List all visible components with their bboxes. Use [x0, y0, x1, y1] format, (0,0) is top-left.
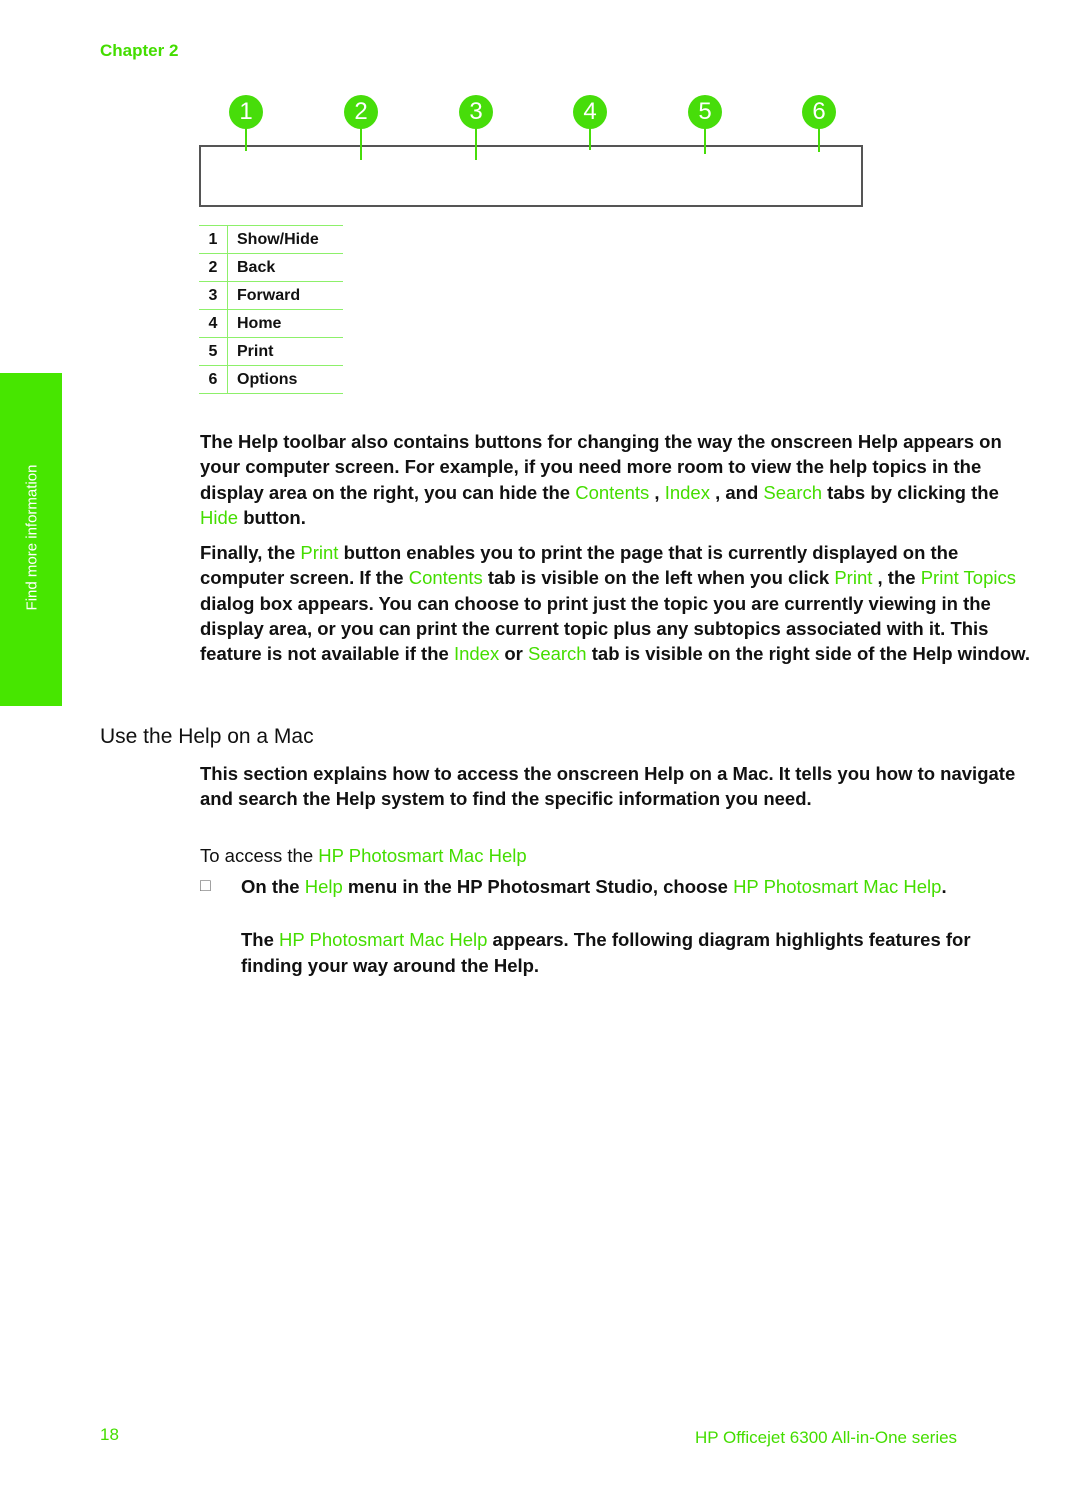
link-hp-photosmart-mac-help[interactable]: HP Photosmart Mac Help — [733, 876, 941, 897]
leader-line-2 — [360, 128, 362, 160]
leader-line-1 — [245, 128, 247, 151]
row-number: 6 — [199, 365, 228, 394]
row-label: Forward — [227, 281, 343, 310]
table-row: 4 Home — [199, 309, 343, 338]
callout-3: 3 — [459, 95, 493, 129]
section-heading: Use the Help on a Mac — [100, 725, 314, 748]
table-row: 6 Options — [199, 365, 343, 394]
leader-line-3 — [475, 128, 477, 160]
link-index[interactable]: Index — [454, 643, 499, 664]
row-label: Home — [227, 309, 343, 338]
row-number: 1 — [199, 225, 228, 254]
side-tab-label: Find more information — [23, 464, 41, 611]
link-print[interactable]: Print — [300, 542, 338, 563]
side-tab: Find more information — [0, 373, 62, 706]
callout-legend-table: 1 Show/Hide 2 Back 3 Forward 4 Home 5 Print 6… — [199, 225, 343, 394]
chapter-label: Chapter 2 — [100, 41, 179, 60]
row-number: 2 — [199, 253, 228, 282]
link-help-menu[interactable]: Help — [305, 876, 343, 897]
link-search[interactable]: Search — [528, 643, 587, 664]
row-number: 4 — [199, 309, 228, 338]
footer-product-title: HP Officejet 6300 All-in-One series — [695, 1428, 958, 1447]
callout-6: 6 — [802, 95, 836, 129]
toolbar-image-frame — [199, 145, 863, 207]
row-label: Options — [227, 365, 343, 394]
procedure-step-1: On the Help menu in the HP Photosmart St… — [241, 876, 947, 897]
leader-line-5 — [704, 128, 706, 154]
page-number: 18 — [100, 1425, 119, 1444]
row-label: Show/Hide — [227, 225, 343, 254]
link-contents[interactable]: Contents — [409, 567, 483, 588]
table-row: 1 Show/Hide — [199, 225, 343, 254]
leader-line-4 — [589, 128, 591, 150]
link-contents[interactable]: Contents — [575, 482, 649, 503]
row-label: Print — [227, 337, 343, 366]
link-print[interactable]: Print — [834, 567, 872, 588]
link-search[interactable]: Search — [763, 482, 822, 503]
row-label: Back — [227, 253, 343, 282]
callout-1: 1 — [229, 95, 263, 129]
table-row: 2 Back — [199, 253, 343, 282]
procedure-step-result: The HP Photosmart Mac Help appears. The … — [241, 929, 971, 976]
table-row: 3 Forward — [199, 281, 343, 310]
callout-2: 2 — [344, 95, 378, 129]
link-hide[interactable]: Hide — [200, 507, 238, 528]
row-number: 5 — [199, 337, 228, 366]
paragraph-toolbar-buttons: The Help toolbar also contains buttons f… — [200, 431, 1002, 528]
paragraph-print-button: Finally, the Print button enables you to… — [200, 542, 1030, 665]
step-bullet-icon: □ — [200, 875, 211, 895]
callout-4: 4 — [573, 95, 607, 129]
table-row: 5 Print — [199, 337, 343, 366]
row-number: 3 — [199, 281, 228, 310]
section-intro: This section explains how to access the … — [200, 763, 1016, 810]
leader-line-6 — [818, 128, 820, 152]
procedure-title: To access the HP Photosmart Mac Help — [200, 845, 527, 866]
link-hp-photosmart-mac-help[interactable]: HP Photosmart Mac Help — [279, 929, 487, 950]
callout-5: 5 — [688, 95, 722, 129]
link-hp-photosmart-mac-help[interactable]: HP Photosmart Mac Help — [318, 845, 526, 866]
link-index[interactable]: Index — [665, 482, 710, 503]
link-print-topics[interactable]: Print Topics — [921, 567, 1016, 588]
